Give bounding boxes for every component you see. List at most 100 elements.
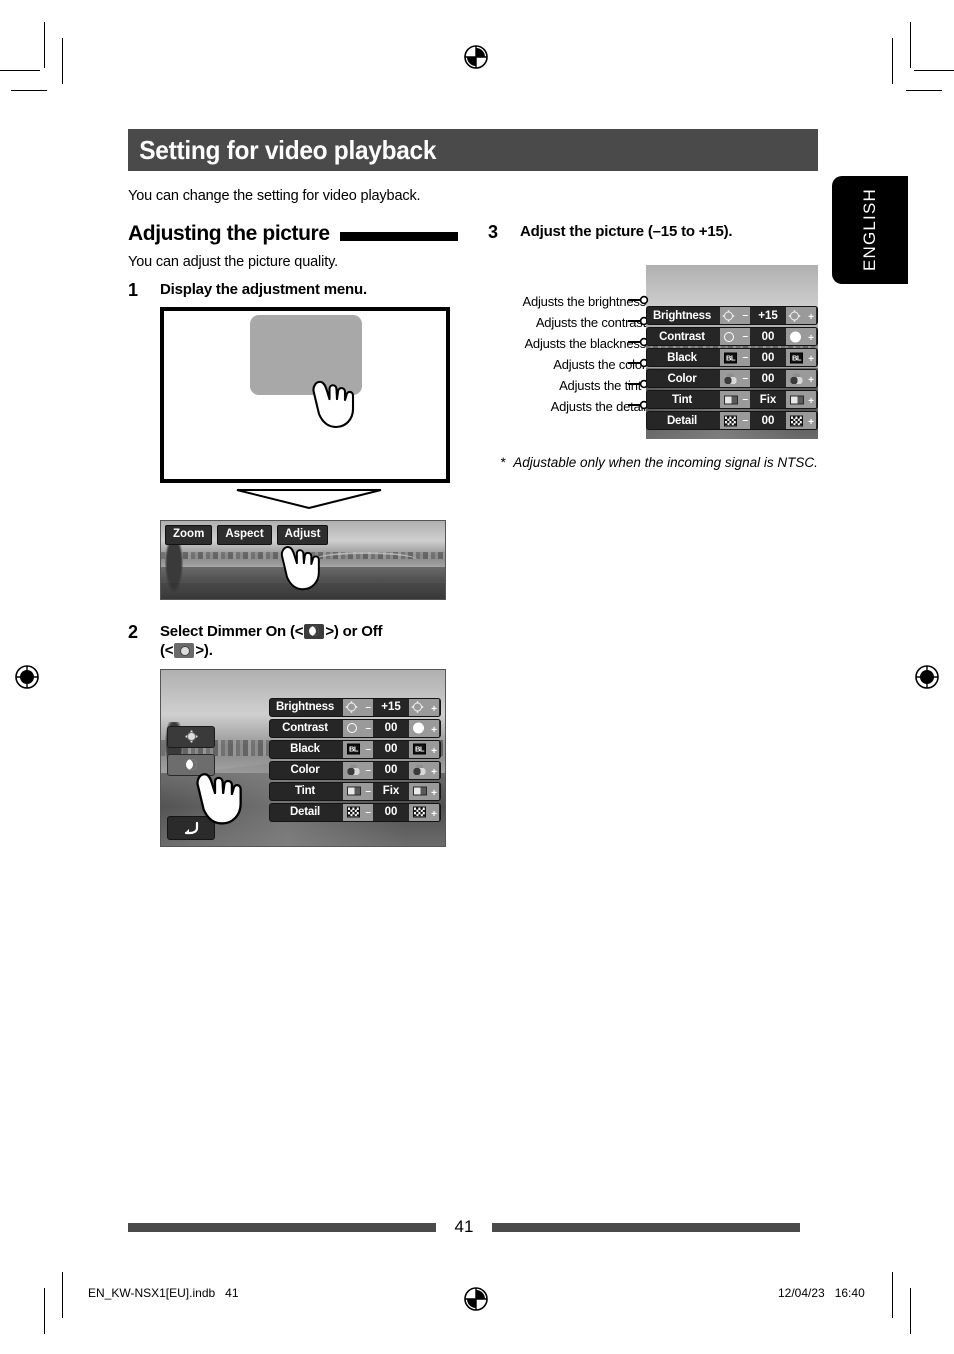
- osd-value: 00: [384, 743, 398, 756]
- step-3-figure: Brightness – +15 + Contrast –00 + Black BL –00 BL +…: [488, 249, 828, 449]
- osd-sign-minus: –: [742, 394, 748, 406]
- dimmer-screenshot: Brightness – +15 + Contrast –00 + Black BL –00 BL +…: [160, 668, 446, 847]
- tint-bar-icon: [790, 395, 804, 405]
- osd-value: 00: [384, 764, 398, 777]
- page-rule-right: [492, 1222, 800, 1232]
- dimmer-on-button[interactable]: [167, 753, 215, 776]
- return-button[interactable]: [167, 815, 215, 840]
- tint-increase-button[interactable]: +: [409, 782, 439, 800]
- black-increase-button[interactable]: BL +: [409, 740, 439, 758]
- circle-outline-icon: [724, 331, 734, 342]
- osd-label: Black: [290, 743, 320, 756]
- chapter-title: Setting for video playback: [139, 134, 437, 165]
- brightness-decrease-button[interactable]: –: [720, 307, 750, 325]
- adjust-button[interactable]: Adjust: [276, 525, 329, 546]
- osd-value: +15: [758, 309, 778, 322]
- sun-icon: [347, 702, 356, 712]
- video-toolbar-screenshot: Zoom Aspect Adjust: [160, 520, 446, 601]
- contrast-increase-button[interactable]: +: [786, 328, 816, 346]
- osd-row-black: Black BL – 00 BL +: [269, 739, 441, 759]
- callout-tint: Adjusts the tint*: [559, 378, 646, 394]
- step-3-text: Adjust the picture (–15 to +15).: [520, 223, 733, 240]
- osd-sign-minus: –: [365, 806, 371, 818]
- dimmer-on-moon-icon: [304, 624, 325, 640]
- osd-label: Black: [667, 351, 697, 364]
- photo-water: [161, 559, 445, 568]
- color-decrease-button[interactable]: –: [343, 761, 373, 779]
- callout-detail: Adjusts the detail: [550, 399, 647, 415]
- detail-decrease-button[interactable]: –: [720, 412, 750, 430]
- contrast-increase-button[interactable]: +: [409, 719, 439, 737]
- color-circles-icon: [790, 373, 803, 385]
- osd-sign-plus: +: [431, 808, 437, 820]
- tint-decrease-button[interactable]: –: [343, 782, 373, 800]
- brightness-decrease-button[interactable]: –: [343, 698, 373, 716]
- osd-sign-minus: –: [742, 310, 748, 322]
- circle-filled-icon: [413, 722, 424, 734]
- osd-sign-plus: +: [808, 396, 814, 408]
- language-tab-label: ENGLISH: [860, 188, 879, 272]
- osd-row-brightness: Brightness – +15 +: [269, 697, 441, 717]
- osd-row-tint: Tint – Fix +: [269, 781, 441, 801]
- touch-target-area: [250, 315, 362, 396]
- step-2: 2 Select Dimmer On (< >) or Off (< >).: [128, 622, 458, 660]
- osd-sign-minus: –: [365, 722, 371, 734]
- language-tab: ENGLISH: [832, 176, 908, 284]
- tint-decrease-button[interactable]: –: [720, 391, 750, 409]
- osd-row-black: Black BL –00 BL +: [646, 348, 818, 368]
- footer-filename: EN_KW-NSX1[EU].indb 41: [88, 1286, 239, 1300]
- osd-sign-plus: +: [431, 703, 437, 715]
- detail-decrease-button[interactable]: –: [343, 803, 373, 821]
- black-increase-button[interactable]: BL +: [786, 349, 816, 367]
- black-decrease-button[interactable]: BL –: [720, 349, 750, 367]
- tint-bar-icon: [347, 786, 361, 796]
- picture-adjustment-menu: Brightness – +15 + Contrast –00 + Black BL –00 BL +…: [646, 306, 818, 432]
- step-2-text-b: >) or Off: [325, 623, 383, 641]
- osd-sign-plus: +: [808, 333, 814, 345]
- bl-box-icon: BL: [790, 352, 803, 364]
- color-decrease-button[interactable]: –: [720, 370, 750, 388]
- brightness-increase-button[interactable]: +: [786, 307, 816, 325]
- callout-brightness: Adjusts the brightness: [522, 294, 646, 310]
- tint-increase-button[interactable]: +: [786, 391, 816, 409]
- step-1-number: 1: [128, 280, 139, 300]
- tint-bar-icon: [724, 395, 738, 405]
- aspect-button[interactable]: Aspect: [217, 525, 272, 546]
- color-increase-button[interactable]: +: [409, 761, 439, 779]
- page-rule-left: [128, 1222, 436, 1232]
- osd-label: Color: [290, 764, 320, 777]
- zoom-button[interactable]: Zoom: [165, 525, 213, 546]
- brightness-increase-button[interactable]: +: [409, 698, 439, 716]
- osd-sign-minus: –: [365, 743, 371, 755]
- osd-label: Detail: [289, 806, 321, 819]
- osd-sign-plus: +: [431, 766, 437, 778]
- black-decrease-button[interactable]: BL –: [343, 740, 373, 758]
- dimmer-off-button[interactable]: [167, 725, 215, 748]
- heading-rule: [339, 231, 458, 241]
- osd-sign-minus: –: [742, 415, 748, 427]
- right-column: 3 Adjust the picture (–15 to +15). Brigh…: [488, 222, 828, 470]
- picture-adjustment-menu: Brightness – +15 + Contrast –00 + Black BL –00 BL +…: [269, 697, 441, 824]
- osd-row-contrast: Contrast – 00 +: [269, 718, 441, 738]
- osd-value: 00: [384, 806, 398, 819]
- osd-sign-minus: –: [742, 352, 748, 364]
- video-toolbar: Zoom Aspect Adjust: [165, 525, 329, 546]
- osd-value: 00: [761, 351, 775, 364]
- osd-label: Color: [667, 372, 697, 385]
- color-increase-button[interactable]: +: [786, 370, 816, 388]
- color-circles-icon: [347, 764, 360, 776]
- sun-icon: [413, 702, 422, 712]
- bl-box-icon: BL: [724, 352, 737, 364]
- osd-label: Detail: [666, 414, 698, 427]
- color-circles-icon: [724, 373, 737, 385]
- step-3: 3 Adjust the picture (–15 to +15).: [488, 222, 828, 243]
- detail-increase-button[interactable]: +: [786, 412, 816, 430]
- osd-row-detail: Detail – 00 +: [646, 411, 818, 431]
- contrast-decrease-button[interactable]: –: [720, 328, 750, 346]
- osd-row-color: Color – 00 +: [269, 760, 441, 780]
- contrast-decrease-button[interactable]: –: [343, 719, 373, 737]
- checker-icon: [347, 806, 360, 818]
- osd-row-color: Color – 00 +: [646, 369, 818, 389]
- detail-increase-button[interactable]: +: [409, 803, 439, 821]
- osd-value: 00: [761, 330, 775, 343]
